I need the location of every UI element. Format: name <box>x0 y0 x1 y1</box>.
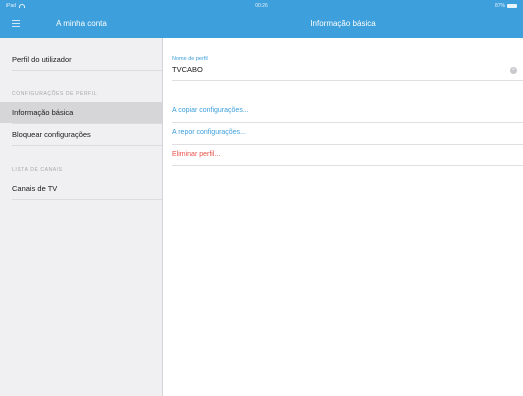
divider <box>12 70 162 71</box>
battery-percent: 87% <box>494 3 505 9</box>
sidebar-item-tv-channels[interactable]: Canais de TV <box>0 178 162 199</box>
profile-name-field[interactable]: TVCABO <box>172 65 203 74</box>
status-time: 00:26 <box>255 3 268 9</box>
divider <box>172 122 523 123</box>
section-header-profile-settings: CONFIGURAÇÕES DE PERFIL <box>12 91 98 97</box>
sidebar-item-lock-settings[interactable]: Bloquear configurações <box>0 124 162 145</box>
section-header-channel-list: LISTA DE CANAIS <box>12 167 63 173</box>
sidebar-title: A minha conta <box>56 19 107 28</box>
sidebar-nav-bar: A minha conta <box>0 11 163 38</box>
sidebar: Perfil do utilizador CONFIGURAÇÕES DE PE… <box>0 38 163 396</box>
main-content: Nome de perfil TVCABO × A copiar configu… <box>164 38 523 396</box>
top-bar: iPad 00:26 87% A minha conta Informação … <box>0 0 523 38</box>
battery-icon <box>507 4 517 8</box>
divider <box>12 145 162 146</box>
copy-settings-link[interactable]: A copiar configurações... <box>172 107 249 114</box>
profile-name-label: Nome de perfil <box>172 56 208 62</box>
sidebar-item-user-profile[interactable]: Perfil do utilizador <box>0 49 162 70</box>
divider <box>172 165 523 166</box>
status-right: 87% <box>495 3 517 9</box>
divider <box>172 80 523 81</box>
page-title: Informação básica <box>310 19 376 28</box>
divider <box>12 199 162 200</box>
divider <box>172 144 523 145</box>
clear-icon[interactable]: × <box>510 67 517 74</box>
delete-profile-link[interactable]: Eliminar perfil... <box>172 151 220 158</box>
reset-settings-link[interactable]: A repor configurações... <box>172 129 246 136</box>
sidebar-item-basic-info[interactable]: Informação básica <box>0 102 162 123</box>
status-bar: iPad 00:26 87% <box>0 0 523 11</box>
